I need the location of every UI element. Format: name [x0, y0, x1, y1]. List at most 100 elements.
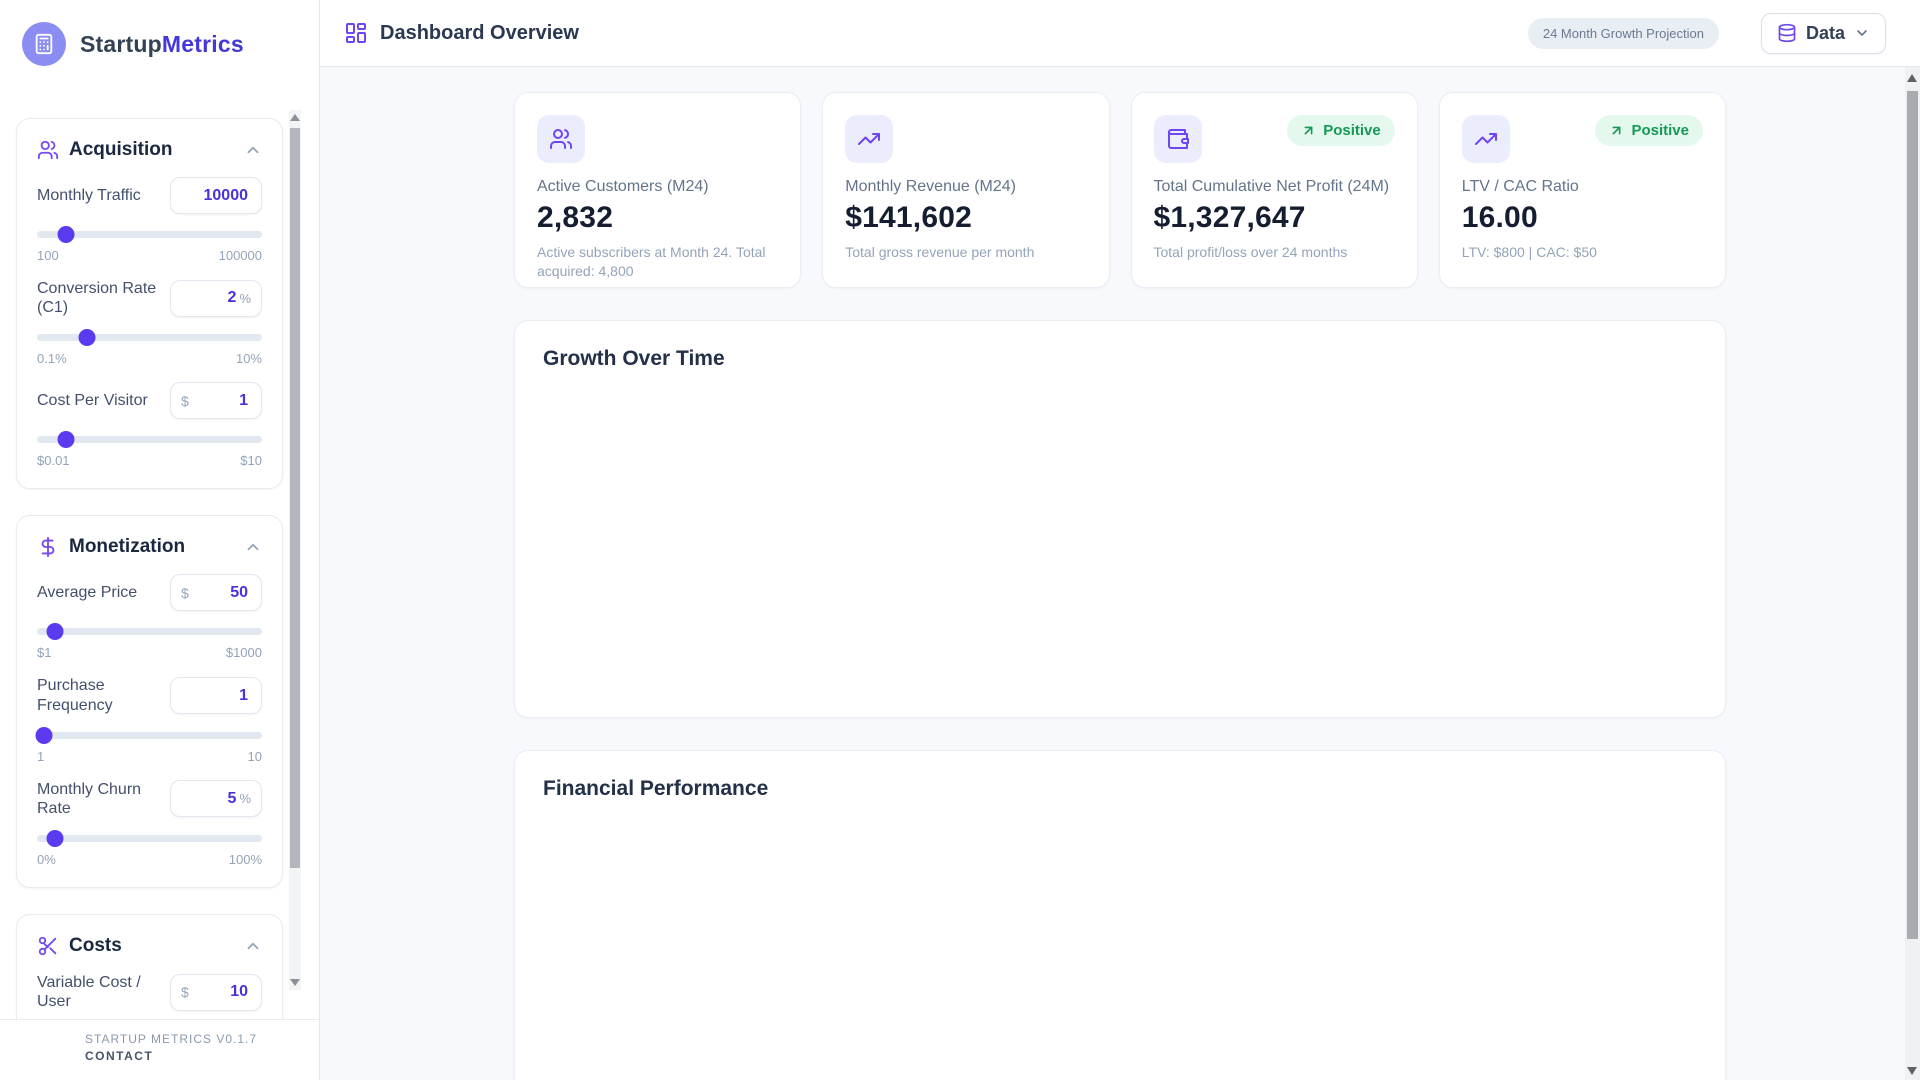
card-net-profit: Positive Total Cumulative Net Profit (24…	[1130, 92, 1418, 288]
input-value: 10000	[203, 186, 249, 204]
monthly-churn-rate-input[interactable]: 5 %	[170, 780, 262, 818]
scroll-up-arrow-icon[interactable]	[290, 114, 300, 121]
page-title: Dashboard Overview	[380, 21, 579, 44]
average-price-input[interactable]: $ 50	[170, 574, 262, 612]
arrow-up-right-icon	[1304, 126, 1313, 135]
section-monetization-header[interactable]: Monetization	[37, 536, 262, 558]
brand-part1: Startup	[80, 30, 162, 57]
field-monthly-traffic: Monthly Traffic 10000 100 100000	[37, 177, 262, 263]
metric-value: $1,327,647	[1153, 201, 1306, 234]
purchase-frequency-slider[interactable]	[35, 726, 262, 744]
chevron-up-icon[interactable]	[244, 937, 262, 955]
card-active-customers: Active Customers (M24) 2,832 Active subs…	[514, 92, 802, 288]
field-label: Monthly Traffic	[37, 186, 141, 204]
range-max: 100%	[228, 852, 262, 868]
range-max: 10	[247, 748, 262, 764]
chevron-up-icon[interactable]	[244, 141, 262, 159]
slider-thumb[interactable]	[57, 226, 75, 243]
conversion-rate-slider[interactable]	[37, 329, 262, 347]
scroll-down-arrow-icon[interactable]	[290, 979, 300, 986]
users-icon	[537, 115, 585, 163]
section-costs-header[interactable]: Costs	[37, 935, 262, 957]
wallet-icon	[1153, 115, 1202, 163]
range-min: 0%	[37, 852, 56, 868]
metric-label: Total Cumulative Net Profit (24M)	[1153, 178, 1390, 195]
window-scrollbar[interactable]	[1905, 67, 1920, 1080]
scrollbar-thumb[interactable]	[1907, 91, 1918, 939]
monthly-traffic-slider[interactable]	[37, 226, 262, 243]
input-suffix: %	[239, 290, 251, 306]
metric-cards-row: Active Customers (M24) 2,832 Active subs…	[514, 92, 1726, 288]
sidebar: StartupMetrics Acquisition Monthly Traff…	[0, 0, 320, 1080]
sidebar-scrollbar[interactable]	[289, 110, 301, 990]
chevron-up-icon[interactable]	[244, 538, 262, 556]
main-area: Dashboard Overview 24 Month Growth Proje…	[320, 0, 1920, 1080]
purchase-frequency-input[interactable]: 1	[170, 677, 262, 715]
sidebar-controls: Acquisition Monthly Traffic 10000 100 10…	[0, 88, 319, 1019]
input-prefix: $	[181, 392, 189, 409]
cost-per-visitor-slider[interactable]	[37, 431, 262, 449]
brand-logo: StartupMetrics	[0, 0, 319, 88]
main-header: Dashboard Overview 24 Month Growth Proje…	[320, 0, 1920, 67]
slider-thumb[interactable]	[35, 726, 53, 744]
scrollbar-thumb[interactable]	[290, 128, 300, 868]
conversion-rate-input[interactable]: 2 %	[170, 279, 262, 317]
financial-performance-panel: Financial Performance	[514, 750, 1726, 1080]
data-dropdown-button[interactable]: Data	[1760, 12, 1886, 54]
section-acquisition: Acquisition Monthly Traffic 10000 100 10…	[16, 118, 283, 490]
arrow-up-right-icon	[1613, 126, 1621, 135]
field-variable-cost: Variable Cost / User $ 10 $0 $500	[37, 973, 262, 1019]
calculator-icon	[22, 22, 66, 66]
field-label: Monthly Churn Rate	[37, 780, 142, 817]
range-max: 100000	[218, 248, 262, 263]
metric-subtext: Total profit/loss over 24 months	[1153, 244, 1348, 260]
metric-value: 16.00	[1461, 201, 1538, 234]
app-version: STARTUP METRICS V0.1.7	[85, 1032, 258, 1046]
scroll-up-arrow-icon[interactable]	[1907, 74, 1917, 82]
status-badge-label: Positive	[1631, 122, 1689, 139]
variable-cost-input[interactable]: $ 10	[170, 973, 262, 1011]
range-min: 0.1%	[37, 351, 67, 367]
monthly-churn-rate-slider[interactable]	[37, 830, 262, 848]
monthly-traffic-input[interactable]: 10000	[170, 177, 262, 214]
field-label: Conversion Rate (C1)	[37, 280, 157, 317]
metric-value: 2,832	[537, 201, 614, 234]
input-value: 5	[227, 789, 237, 807]
metric-subtext: LTV: $800 | CAC: $50	[1461, 244, 1597, 260]
input-value: 1	[239, 391, 248, 409]
range-max: 10%	[235, 351, 262, 367]
dashboard-content: Active Customers (M24) 2,832 Active subs…	[320, 67, 1920, 1080]
slider-thumb[interactable]	[78, 329, 95, 347]
users-icon	[37, 140, 59, 160]
status-badge: Positive	[1287, 115, 1395, 146]
status-badge: Positive	[1595, 115, 1703, 146]
scroll-down-arrow-icon[interactable]	[1907, 1067, 1917, 1075]
cost-per-visitor-input[interactable]: $ 1	[170, 382, 262, 420]
slider-thumb[interactable]	[57, 431, 75, 449]
brand-part2: Metrics	[161, 30, 244, 57]
chevron-down-icon	[1857, 30, 1867, 36]
field-label: Cost Per Visitor	[37, 392, 148, 410]
section-title: Monetization	[69, 536, 186, 558]
field-cost-per-visitor: Cost Per Visitor $ 1 $0.01 $10	[37, 382, 262, 468]
contact-link[interactable]: CONTACT	[85, 1049, 319, 1063]
average-price-slider[interactable]	[37, 623, 262, 641]
range-min: 1	[37, 748, 45, 764]
slider-thumb[interactable]	[46, 830, 64, 848]
scissors-icon	[38, 936, 57, 956]
brand-name: StartupMetrics	[80, 31, 244, 58]
field-monthly-churn-rate: Monthly Churn Rate 5 % 0% 100%	[37, 780, 262, 867]
growth-over-time-panel: Growth Over Time	[514, 320, 1726, 718]
panel-title: Financial Performance	[543, 777, 769, 800]
field-label: Purchase Frequency	[37, 677, 113, 714]
status-badge-label: Positive	[1323, 122, 1381, 139]
input-value: 50	[230, 583, 248, 601]
section-acquisition-header[interactable]: Acquisition	[37, 139, 262, 161]
database-icon	[1778, 23, 1796, 43]
field-label: Average Price	[37, 584, 138, 602]
metric-value: $141,602	[845, 201, 972, 234]
dollar-icon	[41, 537, 55, 558]
slider-thumb[interactable]	[46, 623, 64, 641]
metric-subtext: Active subscribers at Month 24. Total ac…	[537, 244, 766, 279]
field-label: Variable Cost / User	[37, 974, 141, 1011]
